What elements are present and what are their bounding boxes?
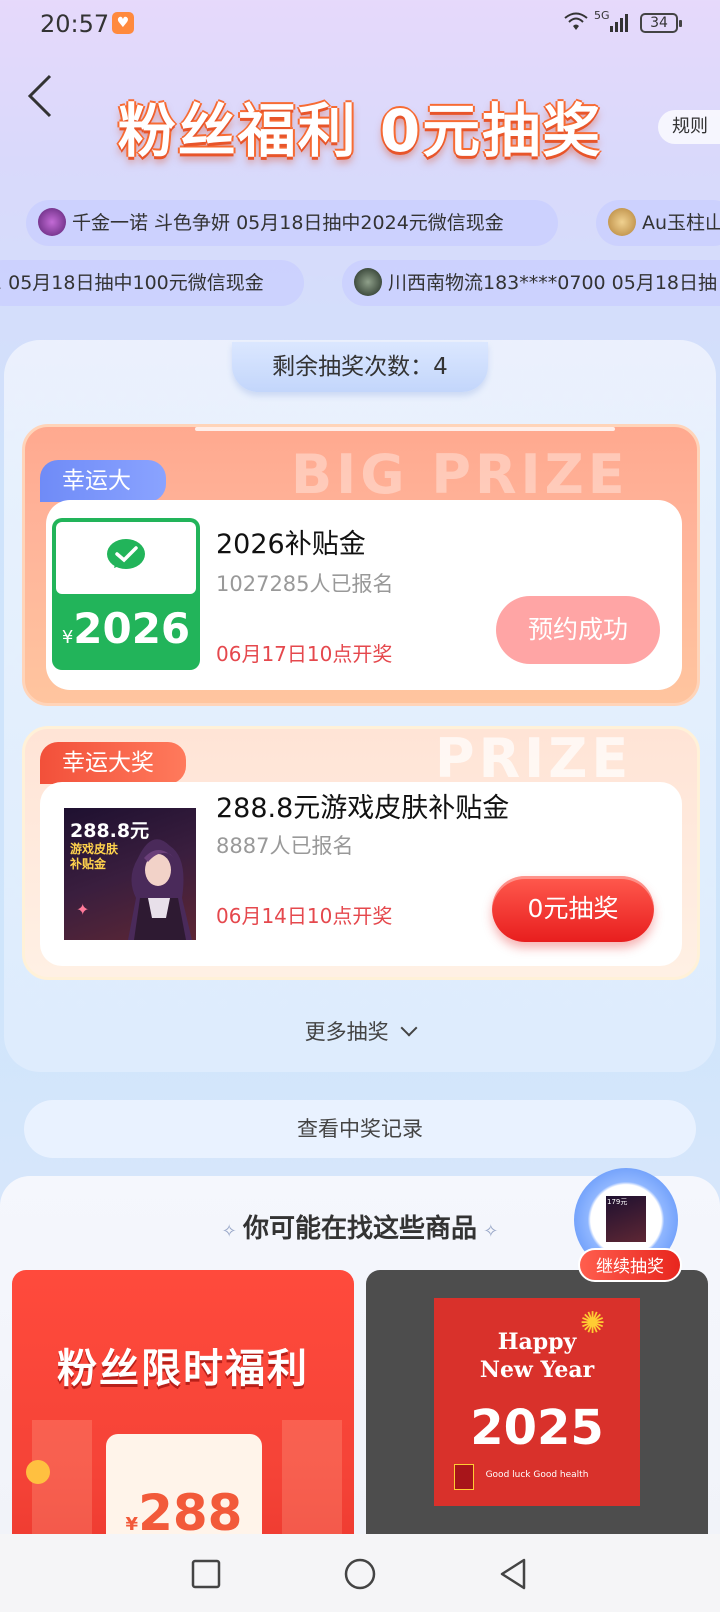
more-draws-link[interactable]: 更多抽奖 [0,1016,720,1046]
battery-icon: 34 [640,13,682,33]
prize-tag: 幸运大奖 [40,742,186,784]
recent-apps-button[interactable] [188,1556,224,1592]
prize-draw-date: 06月17日10点开奖 [216,642,393,666]
winner-ticker-item: Au玉柱山 [596,200,720,246]
winner-ticker-item: 千金一诺 斗色争妍 05月18日抽中2024元微信现金 [26,200,558,246]
float-thumbnail: 179元 [606,1196,646,1242]
winner-ticker-item: 1 05月18日抽中100元微信现金 [0,260,304,306]
card-watermark: BIG PRIZE [291,443,629,506]
firework-icon: ✺ [580,1306,606,1341]
product-banner-text: 粉丝限时福利 [57,1346,309,1392]
new-year-card: Happy New Year ✺ 2025 Good luck Good heal… [434,1298,640,1506]
wechat-amount: ¥2026 [61,604,191,653]
red-envelope-icon [454,1464,474,1490]
game-skin-image: 288.8元 游戏皮肤 补贴金 ✦ [64,808,196,940]
prize-draw-date: 06月14日10点开奖 [216,904,393,928]
greeting-text: Happy New Year [479,1329,595,1383]
avatar [38,207,66,236]
network-type: 5G [594,9,610,22]
avatar [608,207,636,236]
app-notification-icon: ♥ [112,12,134,34]
remaining-draws: 剩余抽奖次数：4 [232,342,488,392]
sparkle-icon: ✧ [221,1221,243,1242]
avatar [354,267,382,296]
status-time: 20:57 [40,10,110,38]
chevron-down-icon [400,1019,418,1037]
wechat-logo-area [56,522,196,594]
home-button[interactable] [342,1556,378,1592]
prize-entrants: 8887人已报名 [216,834,354,858]
wechat-cash-image: ¥2026 [52,518,200,670]
prize-title: 2026补贴金 [216,529,366,560]
rules-button[interactable]: 规则 [658,110,720,144]
continue-draw-label[interactable]: 继续抽奖 [578,1248,682,1282]
nav-back-button[interactable] [496,1556,532,1592]
free-draw-button[interactable]: 0元抽奖 [492,876,654,942]
card-watermark: PRIZE [435,727,633,790]
card-highlight [195,427,615,431]
signal-icon [610,14,628,32]
page-title: 粉丝福利 0元抽奖 [117,97,603,165]
coin-icon [26,1460,50,1484]
sparkle-icon: ✦ [76,900,90,919]
character-illustration [128,839,192,940]
reserved-button[interactable]: 预约成功 [496,596,660,664]
winning-record-button[interactable]: 查看中奖记录 [24,1100,696,1158]
prize-tag: 幸运大奖 [40,460,166,536]
prize-title: 288.8元游戏皮肤补贴金 [216,793,510,824]
wifi-icon [564,12,588,30]
year-text: 2025 [470,1400,604,1456]
status-bar: 20:57 ♥ 5G 34 [0,0,720,48]
wechat-icon [107,539,145,569]
sparkle-icon: ✧ [477,1221,499,1242]
winner-ticker-item: 川西南物流183****0700 05月18日抽 [342,260,720,306]
prize-entrants: 1027285人已报名 [216,572,394,596]
